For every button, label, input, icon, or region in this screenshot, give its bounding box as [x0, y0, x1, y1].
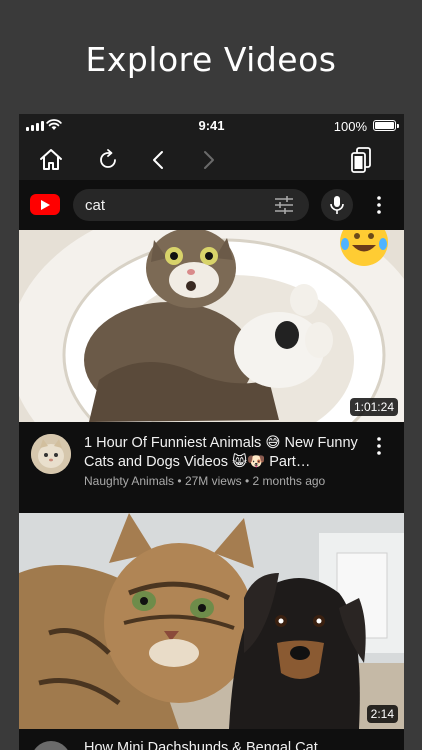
- reload-button[interactable]: [92, 144, 124, 176]
- video-duration: 1:01:24: [349, 398, 398, 416]
- video-info[interactable]: 1 Hour Of Funniest Animals 😅 New Funny C…: [19, 422, 404, 504]
- channel-avatar[interactable]: [31, 741, 71, 750]
- status-bar: 9:41 100%: [19, 114, 404, 138]
- channel-avatar[interactable]: [31, 434, 71, 474]
- divider: [19, 504, 404, 513]
- channel-name[interactable]: Naughty Animals: [84, 474, 174, 488]
- reload-icon: [100, 149, 116, 168]
- home-button[interactable]: [35, 144, 67, 176]
- forward-button[interactable]: [192, 144, 224, 176]
- video-metadata: Naughty Animals • 27M views • 2 months a…: [84, 474, 325, 488]
- chevron-left-icon: [153, 151, 163, 169]
- chevron-right-icon: [204, 151, 214, 169]
- back-button[interactable]: [143, 144, 175, 176]
- phone-screen: 9:41 100% cat 1:01:24 1 Hour Of Funniest…: [19, 114, 404, 750]
- video-title[interactable]: 1 Hour Of Funniest Animals 😅 New Funny C…: [84, 434, 364, 472]
- mic-icon: [330, 196, 344, 214]
- home-icon: [40, 149, 62, 170]
- tabs-icon: [351, 147, 371, 173]
- search-query: cat: [85, 197, 106, 214]
- video-title[interactable]: How Mini Dachshunds & Bengal Cat: [84, 740, 318, 750]
- cat-and-dachshund-image: [19, 513, 404, 729]
- page-headline: Explore Videos: [85, 40, 337, 79]
- voice-search-button[interactable]: [321, 189, 353, 221]
- upload-age: 2 months ago: [252, 474, 326, 488]
- video-more-icon[interactable]: [369, 434, 389, 458]
- video-thumbnail[interactable]: 2:14: [19, 513, 404, 729]
- separator: •: [177, 474, 182, 488]
- more-vertical-icon[interactable]: [369, 190, 389, 220]
- view-count: 27M views: [184, 474, 242, 488]
- separator: •: [244, 474, 250, 488]
- tabs-button[interactable]: [345, 144, 377, 176]
- video-duration: 2:14: [366, 705, 398, 723]
- video-thumbnail[interactable]: 1:01:24: [19, 230, 404, 422]
- youtube-header: cat: [19, 180, 404, 230]
- battery-percent: 100%: [333, 119, 367, 134]
- search-input[interactable]: cat: [73, 189, 309, 221]
- filter-icon[interactable]: [273, 195, 295, 220]
- youtube-logo-icon[interactable]: [30, 194, 60, 215]
- battery-icon: [373, 120, 399, 131]
- video-info[interactable]: How Mini Dachshunds & Bengal Cat: [19, 729, 404, 750]
- browser-toolbar: [19, 138, 404, 180]
- cat-in-toilet-image: [19, 230, 404, 422]
